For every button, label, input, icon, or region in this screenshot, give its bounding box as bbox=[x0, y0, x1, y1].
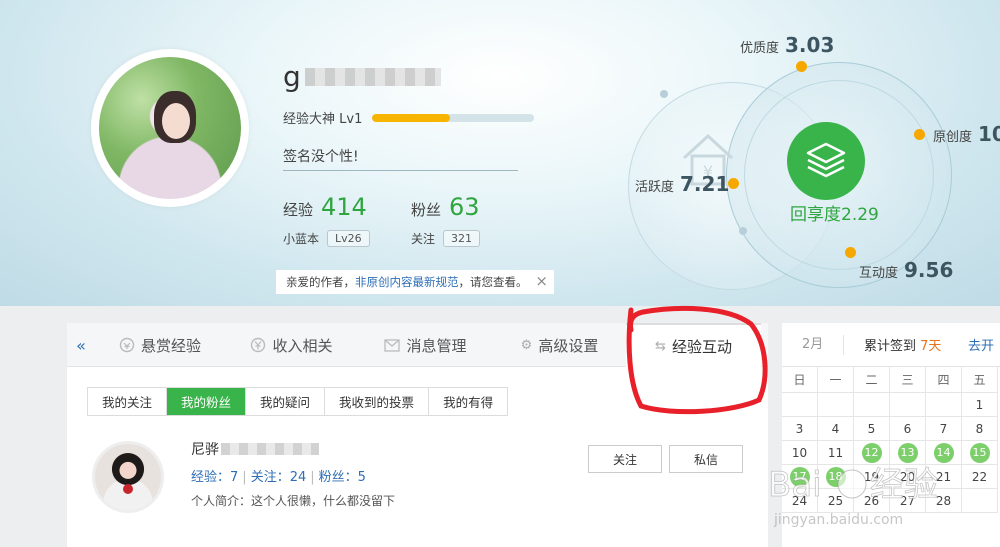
calendar-day[interactable]: 20 bbox=[890, 465, 926, 489]
calendar-day[interactable]: 12 bbox=[854, 441, 890, 465]
calendar-day bbox=[926, 393, 962, 417]
subtab-group: 我的关注 我的粉丝 我的疑问 我收到的投票 我的有得 bbox=[87, 387, 509, 416]
fan-name-blurred bbox=[221, 443, 319, 455]
close-icon[interactable]: × bbox=[535, 272, 548, 290]
calendar-day bbox=[782, 393, 818, 417]
level-label: 经验大神 Lv1 bbox=[283, 112, 363, 127]
activity-dot bbox=[728, 178, 739, 189]
weekday-header: 一 bbox=[818, 367, 854, 393]
fans-stat[interactable]: 粉丝 63 bbox=[411, 193, 480, 221]
calendar-month[interactable]: 2月 bbox=[782, 334, 844, 355]
exp-value: 414 bbox=[321, 193, 367, 221]
original-label: 原创度 10 bbox=[933, 122, 1000, 146]
exp-stat: 经验 414 bbox=[283, 193, 367, 221]
interaction-dot bbox=[845, 247, 856, 258]
share-label: 回享度2.29 bbox=[790, 205, 879, 225]
tab-messages[interactable]: 消息管理 bbox=[358, 323, 493, 367]
quality-dot bbox=[796, 61, 807, 72]
calendar-day[interactable]: 4 bbox=[818, 417, 854, 441]
badge-row: 小蓝本 Lv26 bbox=[283, 230, 370, 247]
calendar-day[interactable]: 14 bbox=[926, 441, 962, 465]
tab-bounty-exp[interactable]: 悬赏经验 bbox=[95, 323, 225, 367]
calendar-day[interactable]: 5 bbox=[854, 417, 890, 441]
subtab-my-questions[interactable]: 我的疑问 bbox=[246, 388, 326, 415]
calendar-day[interactable]: 8 bbox=[962, 417, 998, 441]
calendar-grid: 日一二三四五 1 3 4 5 6 7 8 10 11 12 13 14 15 17 18 19 20 21 22 24 2… bbox=[782, 367, 998, 513]
username-blurred bbox=[304, 68, 441, 86]
profile-banner: g 经验大神 Lv1 签名没个性! 经验 414 粉丝 63 小蓝本 Lv26 … bbox=[0, 0, 1000, 306]
follow-button[interactable]: 关注 bbox=[588, 445, 662, 473]
calendar-day[interactable]: 3 bbox=[782, 417, 818, 441]
small-dot bbox=[660, 90, 668, 98]
calendar-day[interactable]: 6 bbox=[890, 417, 926, 441]
calendar-day[interactable]: 27 bbox=[890, 489, 926, 513]
checkin-link[interactable]: 去开 bbox=[956, 335, 994, 354]
calendar-day[interactable]: 10 bbox=[782, 441, 818, 465]
weekday-header: 二 bbox=[854, 367, 890, 393]
level-progress-fill bbox=[372, 113, 451, 122]
level-row: 经验大神 Lv1 bbox=[283, 108, 535, 127]
notice-link[interactable]: 非原创内容最新规范 bbox=[355, 274, 459, 290]
follow-row: 关注 321 bbox=[411, 230, 481, 247]
notice-bar: 亲爱的作者， 非原创内容最新规范 ，请您查看。 × bbox=[276, 270, 554, 294]
subtab-received-votes[interactable]: 我收到的投票 bbox=[325, 388, 430, 415]
signature-field[interactable]: 签名没个性! bbox=[283, 146, 518, 171]
original-dot bbox=[914, 129, 925, 140]
subtab-my-gains[interactable]: 我的有得 bbox=[429, 388, 508, 415]
checkin-calendar: 2月 累计签到 7天 去开 日一二三四五 1 3 4 5 6 7 8 10 11 12 13 14 15 1… bbox=[782, 323, 1000, 547]
follow-count-pill[interactable]: 321 bbox=[443, 230, 481, 247]
weekday-header: 三 bbox=[890, 367, 926, 393]
interaction-label: 互动度 9.56 bbox=[859, 258, 954, 282]
calendar-header: 2月 累计签到 7天 去开 bbox=[782, 323, 1000, 367]
username: g bbox=[283, 62, 441, 92]
gear-icon: ⚙ bbox=[520, 337, 533, 353]
calendar-day bbox=[818, 393, 854, 417]
calendar-day[interactable]: 13 bbox=[890, 441, 926, 465]
calendar-day[interactable]: 7 bbox=[926, 417, 962, 441]
calendar-day[interactable]: 24 bbox=[782, 489, 818, 513]
collapse-tabs-button[interactable]: « bbox=[67, 323, 95, 367]
message-button[interactable]: 私信 bbox=[669, 445, 743, 473]
share-core[interactable] bbox=[787, 122, 865, 200]
mail-icon bbox=[384, 338, 401, 352]
annotation-circle bbox=[626, 305, 768, 415]
quality-label: 优质度 3.03 bbox=[740, 33, 835, 57]
calendar-day[interactable]: 15 bbox=[962, 441, 998, 465]
calendar-day[interactable]: 21 bbox=[926, 465, 962, 489]
calendar-day[interactable]: 25 bbox=[818, 489, 854, 513]
fan-bio: 个人简介：这个人很懒，什么都没留下 bbox=[191, 494, 396, 508]
calendar-day bbox=[854, 393, 890, 417]
checkin-total: 累计签到 7天 bbox=[864, 339, 942, 354]
calendar-day[interactable]: 18 bbox=[818, 465, 854, 489]
badge-level-pill[interactable]: Lv26 bbox=[327, 230, 370, 247]
subtab-my-follows[interactable]: 我的关注 bbox=[88, 388, 168, 415]
small-dot bbox=[739, 227, 747, 235]
weekday-header: 五 bbox=[962, 367, 998, 393]
calendar-day[interactable]: 19 bbox=[854, 465, 890, 489]
fan-name[interactable]: 尼骅 bbox=[191, 439, 319, 459]
calendar-day[interactable]: 11 bbox=[818, 441, 854, 465]
calendar-day bbox=[962, 489, 998, 513]
fan-stats: 经验：7 | 关注：24 | 粉丝：5 bbox=[191, 470, 366, 485]
yen-icon bbox=[251, 337, 266, 353]
activity-label: 活跃度 7.21 bbox=[635, 172, 730, 196]
rose-icon bbox=[123, 484, 133, 494]
fans-value: 63 bbox=[449, 193, 480, 221]
tab-advanced-settings[interactable]: ⚙ 高级设置 bbox=[493, 323, 626, 367]
tab-income[interactable]: 收入相关 bbox=[225, 323, 358, 367]
weekday-header: 日 bbox=[782, 367, 818, 393]
weekday-header: 四 bbox=[926, 367, 962, 393]
layers-icon bbox=[806, 142, 846, 178]
fan-avatar[interactable] bbox=[92, 441, 164, 513]
calendar-day bbox=[890, 393, 926, 417]
user-avatar[interactable] bbox=[91, 49, 249, 207]
calendar-day[interactable]: 1 bbox=[962, 393, 998, 417]
subtab-my-fans[interactable]: 我的粉丝 bbox=[167, 388, 247, 415]
coin-icon bbox=[119, 337, 135, 353]
calendar-day[interactable]: 22 bbox=[962, 465, 998, 489]
calendar-day[interactable]: 26 bbox=[854, 489, 890, 513]
calendar-day[interactable]: 28 bbox=[926, 489, 962, 513]
calendar-day[interactable]: 17 bbox=[782, 465, 818, 489]
level-progress-bar bbox=[372, 113, 535, 122]
